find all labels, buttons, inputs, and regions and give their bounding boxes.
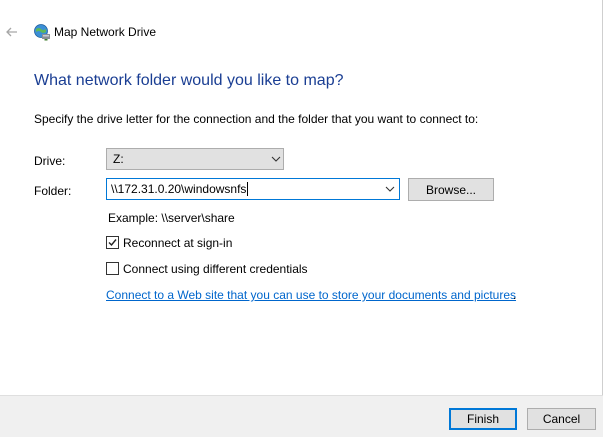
chevron-down-icon <box>270 153 282 165</box>
finish-button[interactable]: Finish <box>449 408 517 430</box>
wizard-title: Map Network Drive <box>54 25 157 39</box>
reconnect-checkbox[interactable] <box>106 236 119 249</box>
folder-combobox[interactable]: \\172.31.0.20\windowsnfs <box>106 178 400 200</box>
example-text: Example: \\server\share <box>108 211 235 225</box>
page-heading: What network folder would you like to ma… <box>34 72 344 89</box>
credentials-label[interactable]: Connect using different credentials <box>123 261 308 277</box>
back-arrow-icon[interactable] <box>4 24 20 40</box>
cancel-button[interactable]: Cancel <box>527 408 596 430</box>
folder-input[interactable]: \\172.31.0.20\windowsnfs <box>111 182 249 196</box>
reconnect-label[interactable]: Reconnect at sign-in <box>123 235 232 251</box>
instruction-text: Specify the drive letter for the connect… <box>34 112 479 126</box>
folder-label: Folder: <box>34 184 72 198</box>
drive-label: Drive: <box>34 154 66 168</box>
network-drive-icon <box>33 23 51 41</box>
link-period: . <box>513 288 517 302</box>
browse-button[interactable]: Browse... <box>408 178 494 201</box>
drive-select-value: Z: <box>113 152 124 166</box>
checkmark-icon <box>108 239 117 247</box>
web-site-link[interactable]: Connect to a Web site that you can use t… <box>106 287 516 303</box>
chevron-down-icon[interactable] <box>384 183 396 195</box>
credentials-checkbox[interactable] <box>106 262 119 275</box>
drive-select[interactable]: Z: <box>106 148 284 170</box>
